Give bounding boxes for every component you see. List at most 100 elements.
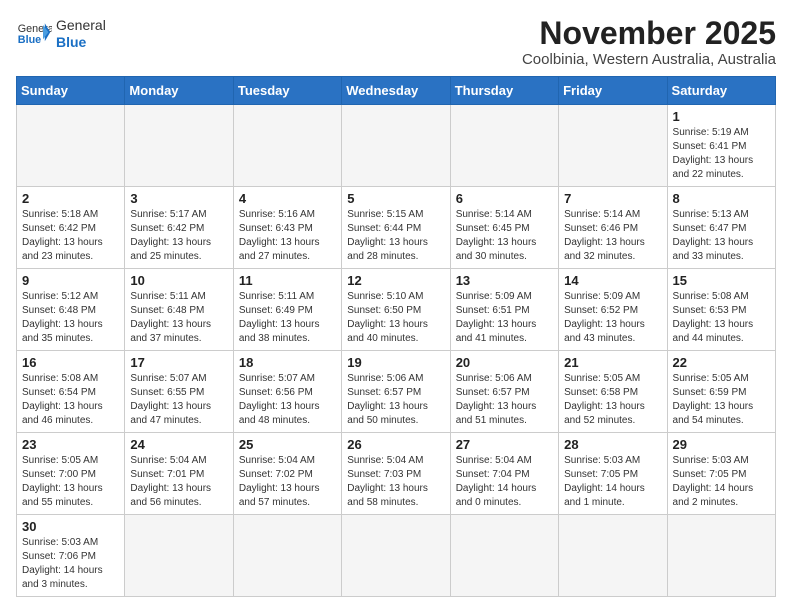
day-number: 27	[456, 437, 553, 452]
day-number: 25	[239, 437, 336, 452]
day-info: Sunrise: 5:16 AM Sunset: 6:43 PM Dayligh…	[239, 208, 336, 264]
calendar-cell: 22 Sunrise: 5:05 AM Sunset: 6:59 PM Dayli…	[667, 351, 775, 433]
day-number: 11	[239, 273, 336, 288]
calendar-week-row: 30 Sunrise: 5:03 AM Sunset: 7:06 PM Dayli…	[17, 515, 776, 597]
logo-blue: Blue	[56, 34, 106, 51]
day-number: 12	[347, 273, 444, 288]
calendar-cell	[125, 105, 233, 187]
calendar-cell	[233, 515, 341, 597]
day-info: Sunrise: 5:04 AM Sunset: 7:03 PM Dayligh…	[347, 454, 444, 510]
day-info: Sunrise: 5:14 AM Sunset: 6:46 PM Dayligh…	[564, 208, 661, 264]
day-number: 30	[22, 519, 119, 534]
calendar-cell: 29Sunrise: 5:03 AM Sunset: 7:05 PM Dayli…	[667, 433, 775, 515]
day-number: 3	[130, 191, 227, 206]
day-info: Sunrise: 5:04 AM Sunset: 7:04 PM Dayligh…	[456, 454, 553, 510]
calendar-week-row: 23 Sunrise: 5:05 AM Sunset: 7:00 PM Dayli…	[17, 433, 776, 515]
day-info: Sunrise: 5:11 AM Sunset: 6:49 PM Dayligh…	[239, 290, 336, 346]
day-info: Sunrise: 5:19 AM Sunset: 6:41 PM Dayligh…	[673, 126, 770, 182]
day-info: Sunrise: 5:11 AM Sunset: 6:48 PM Dayligh…	[130, 290, 227, 346]
month-title: November 2025	[522, 16, 776, 51]
calendar-cell: 20 Sunrise: 5:06 AM Sunset: 6:57 PM Dayli…	[450, 351, 558, 433]
calendar-cell	[17, 105, 125, 187]
calendar-cell: 26 Sunrise: 5:04 AM Sunset: 7:03 PM Dayli…	[342, 433, 450, 515]
calendar-cell	[559, 515, 667, 597]
day-number: 20	[456, 355, 553, 370]
day-info: Sunrise: 5:03 AM Sunset: 7:06 PM Dayligh…	[22, 536, 119, 592]
calendar-week-row: 9Sunrise: 5:12 AM Sunset: 6:48 PM Daylig…	[17, 269, 776, 351]
calendar-week-row: 16Sunrise: 5:08 AM Sunset: 6:54 PM Dayli…	[17, 351, 776, 433]
calendar-cell	[450, 105, 558, 187]
calendar-cell: 16Sunrise: 5:08 AM Sunset: 6:54 PM Dayli…	[17, 351, 125, 433]
day-number: 23	[22, 437, 119, 452]
day-number: 8	[673, 191, 770, 206]
weekday-header-tuesday: Tuesday	[233, 77, 341, 105]
day-info: Sunrise: 5:14 AM Sunset: 6:45 PM Dayligh…	[456, 208, 553, 264]
calendar-cell: 23 Sunrise: 5:05 AM Sunset: 7:00 PM Dayli…	[17, 433, 125, 515]
weekday-header-thursday: Thursday	[450, 77, 558, 105]
calendar-cell: 9Sunrise: 5:12 AM Sunset: 6:48 PM Daylig…	[17, 269, 125, 351]
day-info: Sunrise: 5:18 AM Sunset: 6:42 PM Dayligh…	[22, 208, 119, 264]
day-number: 16	[22, 355, 119, 370]
page-header: General Blue General Blue November 2025 …	[16, 16, 776, 68]
day-info: Sunrise: 5:04 AM Sunset: 7:02 PM Dayligh…	[239, 454, 336, 510]
day-number: 24	[130, 437, 227, 452]
day-number: 14	[564, 273, 661, 288]
calendar-cell: 7 Sunrise: 5:14 AM Sunset: 6:46 PM Daylig…	[559, 187, 667, 269]
calendar-cell: 17Sunrise: 5:07 AM Sunset: 6:55 PM Dayli…	[125, 351, 233, 433]
calendar-cell	[450, 515, 558, 597]
calendar-cell: 3Sunrise: 5:17 AM Sunset: 6:42 PM Daylig…	[125, 187, 233, 269]
day-number: 9	[22, 273, 119, 288]
day-number: 2	[22, 191, 119, 206]
day-info: Sunrise: 5:05 AM Sunset: 7:00 PM Dayligh…	[22, 454, 119, 510]
day-number: 6	[456, 191, 553, 206]
logo: General Blue General Blue	[16, 16, 106, 52]
calendar-cell: 2 Sunrise: 5:18 AM Sunset: 6:42 PM Daylig…	[17, 187, 125, 269]
calendar-table: SundayMondayTuesdayWednesdayThursdayFrid…	[16, 76, 776, 597]
weekday-header-friday: Friday	[559, 77, 667, 105]
logo-icon: General Blue	[16, 16, 52, 52]
weekday-header-wednesday: Wednesday	[342, 77, 450, 105]
calendar-cell	[342, 515, 450, 597]
calendar-cell	[559, 105, 667, 187]
day-info: Sunrise: 5:05 AM Sunset: 6:59 PM Dayligh…	[673, 372, 770, 428]
calendar-cell: 11 Sunrise: 5:11 AM Sunset: 6:49 PM Dayli…	[233, 269, 341, 351]
calendar-cell: 5 Sunrise: 5:15 AM Sunset: 6:44 PM Daylig…	[342, 187, 450, 269]
location-title: Coolbinia, Western Australia, Australia	[522, 51, 776, 68]
calendar-cell: 8Sunrise: 5:13 AM Sunset: 6:47 PM Daylig…	[667, 187, 775, 269]
day-number: 4	[239, 191, 336, 206]
day-info: Sunrise: 5:07 AM Sunset: 6:56 PM Dayligh…	[239, 372, 336, 428]
day-number: 22	[673, 355, 770, 370]
weekday-header-sunday: Sunday	[17, 77, 125, 105]
calendar-week-row: 2 Sunrise: 5:18 AM Sunset: 6:42 PM Daylig…	[17, 187, 776, 269]
calendar-cell: 10Sunrise: 5:11 AM Sunset: 6:48 PM Dayli…	[125, 269, 233, 351]
day-info: Sunrise: 5:06 AM Sunset: 6:57 PM Dayligh…	[347, 372, 444, 428]
day-info: Sunrise: 5:08 AM Sunset: 6:53 PM Dayligh…	[673, 290, 770, 346]
day-info: Sunrise: 5:04 AM Sunset: 7:01 PM Dayligh…	[130, 454, 227, 510]
day-number: 13	[456, 273, 553, 288]
weekday-header-monday: Monday	[125, 77, 233, 105]
logo-general: General	[56, 17, 106, 34]
day-info: Sunrise: 5:05 AM Sunset: 6:58 PM Dayligh…	[564, 372, 661, 428]
day-info: Sunrise: 5:10 AM Sunset: 6:50 PM Dayligh…	[347, 290, 444, 346]
day-info: Sunrise: 5:07 AM Sunset: 6:55 PM Dayligh…	[130, 372, 227, 428]
day-number: 21	[564, 355, 661, 370]
day-number: 7	[564, 191, 661, 206]
day-number: 19	[347, 355, 444, 370]
day-info: Sunrise: 5:03 AM Sunset: 7:05 PM Dayligh…	[564, 454, 661, 510]
day-number: 5	[347, 191, 444, 206]
calendar-cell	[125, 515, 233, 597]
day-info: Sunrise: 5:06 AM Sunset: 6:57 PM Dayligh…	[456, 372, 553, 428]
calendar-cell	[667, 515, 775, 597]
calendar-cell: 14Sunrise: 5:09 AM Sunset: 6:52 PM Dayli…	[559, 269, 667, 351]
day-number: 26	[347, 437, 444, 452]
weekday-header-row: SundayMondayTuesdayWednesdayThursdayFrid…	[17, 77, 776, 105]
calendar-cell: 19 Sunrise: 5:06 AM Sunset: 6:57 PM Dayli…	[342, 351, 450, 433]
day-number: 28	[564, 437, 661, 452]
calendar-cell: 15Sunrise: 5:08 AM Sunset: 6:53 PM Dayli…	[667, 269, 775, 351]
calendar-cell: 24 Sunrise: 5:04 AM Sunset: 7:01 PM Dayli…	[125, 433, 233, 515]
day-number: 18	[239, 355, 336, 370]
calendar-cell: 6 Sunrise: 5:14 AM Sunset: 6:45 PM Daylig…	[450, 187, 558, 269]
calendar-cell	[233, 105, 341, 187]
day-info: Sunrise: 5:15 AM Sunset: 6:44 PM Dayligh…	[347, 208, 444, 264]
svg-text:Blue: Blue	[18, 34, 41, 46]
